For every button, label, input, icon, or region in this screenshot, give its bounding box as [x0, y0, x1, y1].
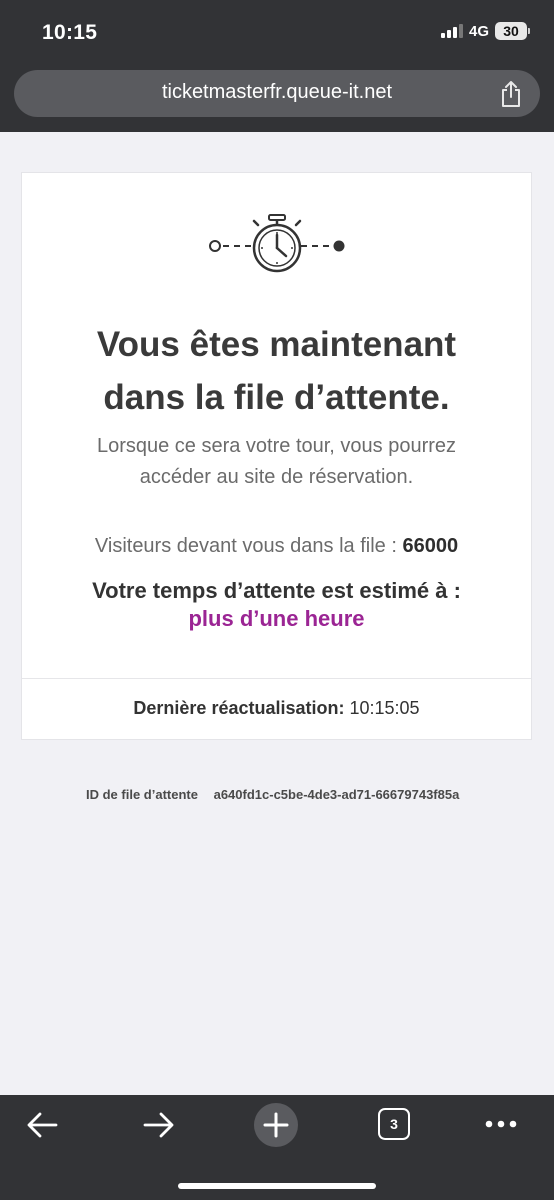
- address-bar[interactable]: ticketmasterfr.queue-it.net: [14, 70, 540, 117]
- battery-level: 30: [495, 22, 527, 40]
- title-line-1: Vous êtes maintenant: [96, 325, 457, 364]
- tab-switcher-icon[interactable]: 3: [378, 1108, 410, 1140]
- subtitle-line-2: accéder au site de réservation.: [139, 466, 414, 488]
- visitors-label: Visiteurs devant vous dans la file :: [94, 535, 397, 557]
- last-refresh: Dernière réactualisation: 10:15:05: [22, 698, 531, 719]
- queue-id-value: a640fd1c-c5be-4de3-ad71-66679743f85a: [213, 787, 460, 802]
- more-dots-icon[interactable]: [484, 1119, 518, 1129]
- battery-icon: 30: [495, 22, 530, 40]
- home-indicator: [178, 1183, 376, 1189]
- visitors-count: 66000: [402, 535, 459, 557]
- queue-card: Vous êtes maintenant dans la file d’atte…: [21, 172, 532, 740]
- subtitle-line-1: Lorsque ce sera votre tour, vous pourrez: [96, 435, 457, 457]
- subtitle: Lorsque ce sera votre tour, vous pourrez…: [22, 431, 531, 493]
- arrow-left-icon[interactable]: [26, 1111, 58, 1139]
- visitors-ahead: Visiteurs devant vous dans la file : 660…: [22, 535, 531, 558]
- signal-icon: [440, 24, 463, 38]
- last-refresh-label: Dernière réactualisation:: [133, 698, 345, 718]
- status-time: 10:15: [42, 21, 98, 44]
- wait-time-label: Votre temps d’attente est estimé à :: [92, 578, 461, 603]
- divider: [22, 678, 531, 679]
- stopwatch-icon: [209, 214, 345, 273]
- plus-icon[interactable]: [254, 1103, 298, 1147]
- network-type: 4G: [468, 22, 489, 40]
- queue-id: ID de file d’attente a640fd1c-c5be-4de3-…: [86, 787, 459, 802]
- page-title: Vous êtes maintenant dans la file d’atte…: [22, 319, 531, 424]
- browser-top-bar: 10:15 4G 30 ticketmasterfr.queue-it.net: [0, 0, 554, 132]
- url-text[interactable]: ticketmasterfr.queue-it.net: [14, 81, 540, 104]
- arrow-right-icon[interactable]: [143, 1111, 175, 1139]
- title-line-2: dans la file d’attente.: [103, 377, 450, 417]
- queue-id-label: ID de file d’attente: [86, 787, 198, 802]
- last-refresh-time: 10:15:05: [349, 698, 420, 718]
- status-indicators: 4G 30: [440, 22, 530, 40]
- wait-time-value: plus d’une heure: [188, 606, 365, 631]
- share-icon[interactable]: [498, 80, 524, 108]
